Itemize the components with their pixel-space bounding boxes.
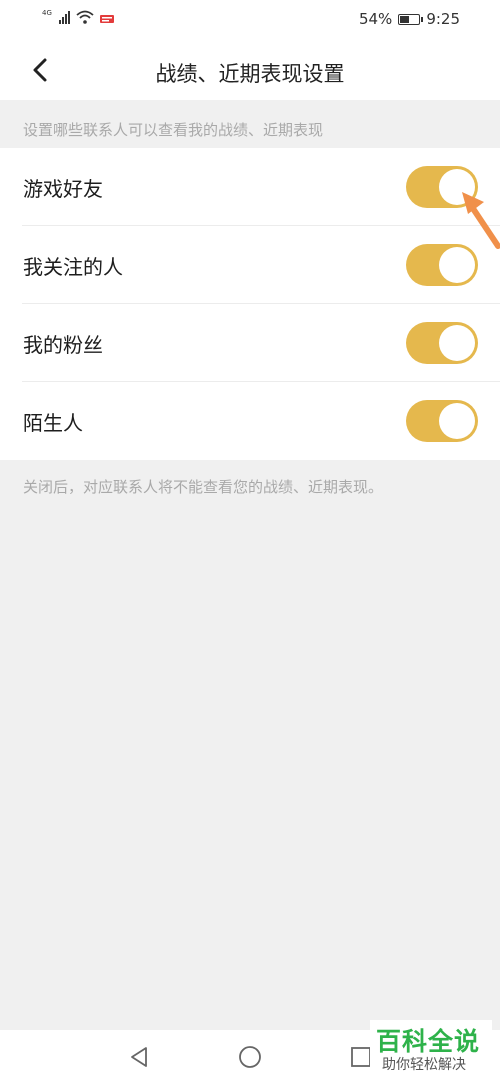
watermark-subtitle: 助你轻松解决 [382,1057,466,1073]
battery-level [400,15,410,23]
signal-icon [58,10,70,24]
circle-home-icon [239,1046,261,1068]
status-bar: 4G 54% 9:25 [0,0,500,40]
setting-label: 游戏好友 [23,177,103,201]
network-type: 4G [42,9,52,17]
app-header: 战绩、近期表现设置 [0,40,500,100]
setting-row-fans: 我的粉丝 [22,304,500,382]
toggle-knob [439,247,475,283]
fans-toggle[interactable] [406,322,478,364]
setting-row-strangers: 陌生人 [22,382,500,460]
toggle-knob [439,325,475,361]
page-title: 战绩、近期表现设置 [155,62,345,86]
setting-row-game-friends: 游戏好友 [22,148,500,226]
section-caption: 设置哪些联系人可以查看我的战绩、近期表现 [23,121,324,139]
setting-label: 我的粉丝 [23,333,103,357]
wifi-icon [76,10,94,24]
strangers-toggle[interactable] [406,400,478,442]
square-recents-icon [351,1047,371,1067]
settings-list: 游戏好友 我关注的人 我的粉丝 陌生人 [0,148,500,460]
toggle-knob [439,403,475,439]
watermark-logo: 百科全说 助你轻松解决 [370,1020,492,1076]
footer-note: 关闭后，对应联系人将不能查看您的战绩、近期表现。 [23,478,384,496]
status-right: 54% 9:25 [359,10,460,28]
setting-label: 我关注的人 [23,255,123,279]
triangle-back-icon [131,1047,147,1067]
nav-home-button[interactable] [238,1045,262,1069]
status-icons: 4G [42,10,114,24]
nav-back-button[interactable] [127,1045,151,1069]
pointer-arrow-icon [462,192,500,249]
battery-percent: 54% [358,10,393,28]
battery-icon [398,13,424,25]
watermark-title: 百科全说 [376,1027,481,1056]
clock: 9:25 [426,10,460,28]
notification-icon [99,15,114,23]
setting-row-following: 我关注的人 [22,226,500,304]
setting-label: 陌生人 [23,411,83,435]
